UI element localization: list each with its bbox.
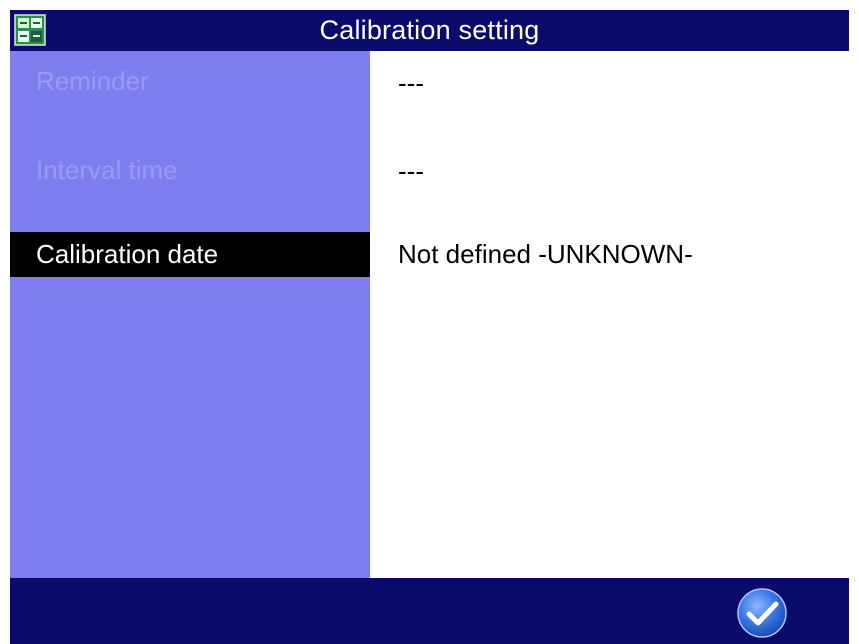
window-title: Calibration setting (319, 15, 540, 45)
setting-label-interval-time: Interval time (36, 155, 178, 185)
settings-label-column: Reminder Interval time Calibration date (10, 51, 370, 578)
checkmark-icon (734, 588, 790, 644)
settings-value-column: --- --- Not defined -UNKNOWN- (370, 51, 849, 578)
setting-label-reminder: Reminder (36, 66, 149, 96)
confirm-button[interactable] (734, 585, 790, 641)
title-bar: Calibration setting (10, 10, 849, 51)
setting-value-reminder: --- (398, 68, 424, 98)
setting-label-calibration-date[interactable]: Calibration date (10, 232, 370, 277)
setting-value-calibration-date[interactable]: Not defined -UNKNOWN- (398, 232, 693, 277)
setting-value-interval-time: --- (398, 156, 424, 186)
bottom-bar (10, 578, 849, 644)
screen: Calibration setting Reminder Interval ti… (0, 0, 859, 644)
